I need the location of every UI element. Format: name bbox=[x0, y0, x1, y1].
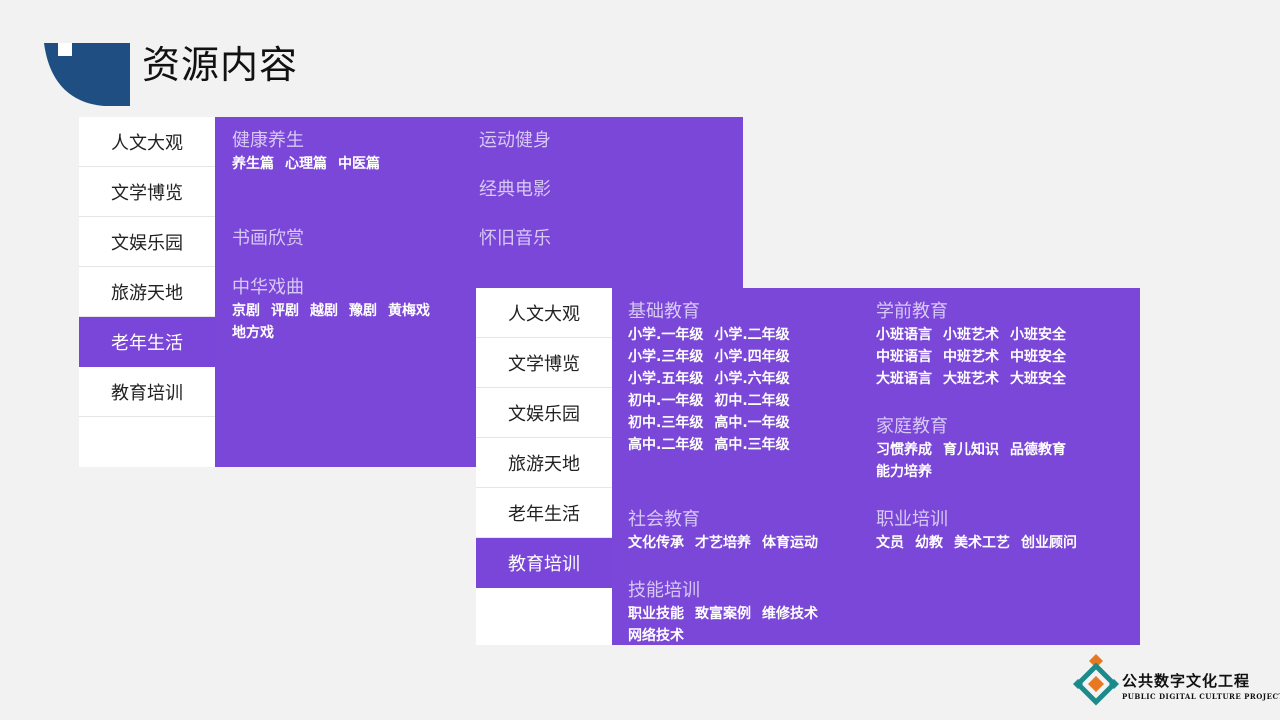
logo-emblem-icon bbox=[1073, 654, 1119, 706]
sidebar-item-entertainment[interactable]: 文娱乐园 bbox=[79, 217, 215, 267]
link-grade[interactable]: 小学.二年级 bbox=[714, 327, 789, 343]
category-sports: 运动健身 bbox=[479, 129, 551, 153]
link-social[interactable]: 才艺培养 bbox=[695, 535, 751, 551]
sidebar-item-literature[interactable]: 文学博览 bbox=[476, 338, 612, 388]
link-skills[interactable]: 网络技术 bbox=[628, 628, 684, 644]
link-grade[interactable]: 小学.四年级 bbox=[714, 349, 789, 365]
logo-name-cn: 公共数字文化工程 bbox=[1122, 672, 1251, 690]
link-preschool[interactable]: 大班语言 bbox=[876, 371, 932, 387]
link-preschool[interactable]: 小班艺术 bbox=[943, 327, 999, 343]
page-title: 资源内容 bbox=[142, 43, 299, 87]
link-grade[interactable]: 高中.二年级 bbox=[628, 437, 703, 453]
category-movies: 经典电影 bbox=[479, 178, 551, 202]
sidebar-item-education[interactable]: 教育培训 bbox=[79, 367, 215, 417]
link-preschool[interactable]: 小班安全 bbox=[1010, 327, 1066, 343]
resource-menu-panel-education: 人文大观 文学博览 文娱乐园 旅游天地 老年生活 教育培训 基础教育 小学.一年… bbox=[476, 288, 1140, 645]
link-opera-yu[interactable]: 豫剧 bbox=[349, 303, 377, 319]
link-family[interactable]: 习惯养成 bbox=[876, 442, 932, 458]
link-opera-peking[interactable]: 京剧 bbox=[232, 303, 260, 319]
link-grade[interactable]: 初中.二年级 bbox=[714, 393, 789, 409]
category-title[interactable]: 技能培训 bbox=[628, 579, 829, 603]
link-skills[interactable]: 职业技能 bbox=[628, 606, 684, 622]
link-preschool[interactable]: 大班艺术 bbox=[943, 371, 999, 387]
sidebar-item-elderly-life[interactable]: 老年生活 bbox=[79, 317, 215, 367]
link-social[interactable]: 文化传承 bbox=[628, 535, 684, 551]
category-basic-education: 基础教育 小学.一年级 小学.二年级 小学.三年级 小学.四年级 小学.五年级 小学.… bbox=[628, 300, 801, 456]
category-title[interactable]: 家庭教育 bbox=[876, 415, 1077, 439]
title-decoration-icon bbox=[44, 43, 130, 106]
category-title[interactable]: 学前教育 bbox=[876, 300, 1077, 324]
link-preschool[interactable]: 小班语言 bbox=[876, 327, 932, 343]
link-health-yangsheng[interactable]: 养生篇 bbox=[232, 156, 274, 172]
category-vocational-training: 职业培训 文员 幼教 美术工艺 创业顾问 bbox=[876, 508, 1088, 554]
link-vocational[interactable]: 美术工艺 bbox=[954, 535, 1010, 551]
logo-name-en: PUBLIC DIGITAL CULTURE PROJECT bbox=[1122, 692, 1280, 701]
link-health-tcm[interactable]: 中医篇 bbox=[338, 156, 380, 172]
category-content: 基础教育 小学.一年级 小学.二年级 小学.三年级 小学.四年级 小学.五年级 小学.… bbox=[612, 288, 1140, 645]
sidebar-item-humanities[interactable]: 人文大观 bbox=[79, 117, 215, 167]
category-title[interactable]: 职业培训 bbox=[876, 508, 1088, 532]
link-opera-huangmei[interactable]: 黄梅戏 bbox=[388, 303, 430, 319]
sidebar-item-travel[interactable]: 旅游天地 bbox=[79, 267, 215, 317]
category-title[interactable]: 健康养生 bbox=[232, 129, 391, 153]
link-health-psychology[interactable]: 心理篇 bbox=[285, 156, 327, 172]
category-skills-training: 技能培训 职业技能 致富案例 维修技术 网络技术 bbox=[628, 579, 829, 647]
category-title[interactable]: 运动健身 bbox=[479, 129, 551, 153]
category-nostalgic-music: 怀旧音乐 bbox=[479, 227, 551, 251]
sidebar-item-entertainment[interactable]: 文娱乐园 bbox=[476, 388, 612, 438]
category-title[interactable]: 社会教育 bbox=[628, 508, 829, 532]
category-social-education: 社会教育 文化传承 才艺培养 体育运动 bbox=[628, 508, 829, 554]
category-title[interactable]: 经典电影 bbox=[479, 178, 551, 202]
category-title[interactable]: 怀旧音乐 bbox=[479, 227, 551, 251]
sidebar: 人文大观 文学博览 文娱乐园 旅游天地 老年生活 教育培训 bbox=[476, 288, 612, 645]
link-grade[interactable]: 初中.三年级 bbox=[628, 415, 703, 431]
project-logo: 公共数字文化工程 PUBLIC DIGITAL CULTURE PROJECT bbox=[1070, 652, 1280, 712]
category-calligraphy: 书画欣赏 bbox=[232, 227, 304, 251]
link-preschool[interactable]: 中班语言 bbox=[876, 349, 932, 365]
category-title[interactable]: 基础教育 bbox=[628, 300, 801, 324]
link-social[interactable]: 体育运动 bbox=[762, 535, 818, 551]
link-vocational[interactable]: 幼教 bbox=[915, 535, 943, 551]
sidebar: 人文大观 文学博览 文娱乐园 旅游天地 老年生活 教育培训 bbox=[79, 117, 215, 467]
category-title[interactable]: 书画欣赏 bbox=[232, 227, 304, 251]
link-opera-local[interactable]: 地方戏 bbox=[232, 325, 274, 341]
link-preschool[interactable]: 中班艺术 bbox=[943, 349, 999, 365]
category-opera: 中华戏曲 京剧 评剧 越剧 豫剧 黄梅戏 地方戏 bbox=[232, 276, 441, 344]
category-title[interactable]: 中华戏曲 bbox=[232, 276, 441, 300]
sidebar-item-travel[interactable]: 旅游天地 bbox=[476, 438, 612, 488]
sidebar-item-elderly-life[interactable]: 老年生活 bbox=[476, 488, 612, 538]
category-health: 健康养生 养生篇 心理篇 中医篇 bbox=[232, 129, 391, 175]
link-preschool[interactable]: 中班安全 bbox=[1010, 349, 1066, 365]
link-grade[interactable]: 小学.一年级 bbox=[628, 327, 703, 343]
link-skills[interactable]: 致富案例 bbox=[695, 606, 751, 622]
link-vocational[interactable]: 创业顾问 bbox=[1021, 535, 1077, 551]
link-skills[interactable]: 维修技术 bbox=[762, 606, 818, 622]
category-preschool-education: 学前教育 小班语言 小班艺术 小班安全 中班语言 中班艺术 中班安全 大班语言 大班艺术大… bbox=[876, 300, 1077, 390]
link-grade[interactable]: 初中.一年级 bbox=[628, 393, 703, 409]
link-grade[interactable]: 小学.三年级 bbox=[628, 349, 703, 365]
link-grade[interactable]: 小学.五年级 bbox=[628, 371, 703, 387]
link-grade[interactable]: 小学.六年级 bbox=[714, 371, 789, 387]
link-vocational[interactable]: 文员 bbox=[876, 535, 904, 551]
link-grade[interactable]: 高中.三年级 bbox=[714, 437, 789, 453]
sidebar-item-literature[interactable]: 文学博览 bbox=[79, 167, 215, 217]
link-opera-yue[interactable]: 越剧 bbox=[310, 303, 338, 319]
link-opera-ping[interactable]: 评剧 bbox=[271, 303, 299, 319]
category-family-education: 家庭教育 习惯养成 育儿知识 品德教育 能力培养 bbox=[876, 415, 1077, 483]
link-family[interactable]: 能力培养 bbox=[876, 464, 932, 480]
link-grade[interactable]: 高中.一年级 bbox=[714, 415, 789, 431]
link-family[interactable]: 品德教育 bbox=[1010, 442, 1066, 458]
link-family[interactable]: 育儿知识 bbox=[943, 442, 999, 458]
link-preschool[interactable]: 大班安全 bbox=[1010, 371, 1066, 387]
sidebar-item-humanities[interactable]: 人文大观 bbox=[476, 288, 612, 338]
sidebar-item-education[interactable]: 教育培训 bbox=[476, 538, 612, 588]
